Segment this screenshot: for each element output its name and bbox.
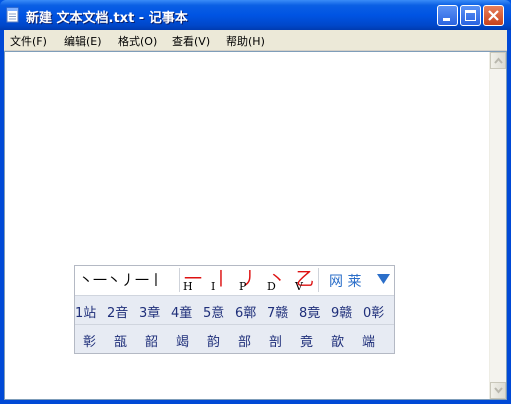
related-char[interactable]: 韶 <box>145 331 158 350</box>
related-char[interactable]: 瓿 <box>114 331 127 350</box>
candidate-item[interactable]: 5意 <box>203 302 224 321</box>
scroll-down-button[interactable] <box>490 382 506 399</box>
stroke-letter: P <box>239 280 247 293</box>
stroke-key-heng[interactable]: 一 H <box>181 266 207 295</box>
stroke-key-shu[interactable]: 丨 I <box>209 266 235 295</box>
candidate-item[interactable]: 8竟 <box>299 302 320 321</box>
maximize-icon <box>465 10 476 21</box>
divider <box>318 268 319 292</box>
window-border-right <box>507 30 511 400</box>
stroke-key-zhe[interactable]: 乙 V <box>293 266 319 295</box>
related-char[interactable]: 竟 <box>300 331 313 350</box>
ime-composition-row: 丶一丶丿一丨 一 H 丨 I 丿 P 丶 D 乙 V 网 莱 <box>75 266 394 295</box>
ime-candidate-window: 丶一丶丿一丨 一 H 丨 I 丿 P 丶 D 乙 V 网 莱 1站 2音 3章 … <box>74 265 395 354</box>
candidate-item[interactable]: 9赣 <box>331 302 352 321</box>
close-button[interactable] <box>483 5 504 26</box>
related-char[interactable]: 端 <box>362 331 375 350</box>
candidate-item[interactable]: 0彰 <box>363 302 384 321</box>
typed-strokes: 丶一丶丿一丨 <box>79 273 163 289</box>
menu-bar: 文件(F) 编辑(E) 格式(O) 查看(V) 帮助(H) <box>4 30 507 51</box>
window-title: 新建 文本文档.txt - 记事本 <box>26 11 188 26</box>
maximize-button[interactable] <box>460 5 481 26</box>
dropdown-arrow-icon[interactable] <box>377 274 390 284</box>
ime-candidate-row: 1站 2音 3章 4童 5意 6鄣 7赣 8竟 9赣 0彰 <box>75 295 394 324</box>
candidate-item[interactable]: 1站 <box>75 302 96 321</box>
candidate-item[interactable]: 3章 <box>139 302 160 321</box>
ime-related-row: 彰 瓿 韶 竭 韵 部 剖 竟 歆 端 <box>75 324 394 353</box>
menu-edit[interactable]: 编辑(E) <box>64 33 102 49</box>
chevron-up-icon <box>494 57 503 64</box>
menu-format[interactable]: 格式(O) <box>118 33 157 49</box>
related-char[interactable]: 部 <box>238 331 251 350</box>
candidate-item[interactable]: 4童 <box>171 302 192 321</box>
candidate-item[interactable]: 2音 <box>107 302 128 321</box>
menu-view[interactable]: 查看(V) <box>172 33 210 49</box>
related-char[interactable]: 剖 <box>269 331 282 350</box>
candidate-item[interactable]: 7赣 <box>267 302 288 321</box>
stroke-letter: D <box>267 280 276 293</box>
stroke-key-dian[interactable]: 丶 D <box>265 266 291 295</box>
stroke-letter: I <box>211 280 216 293</box>
minimize-button[interactable] <box>437 5 458 26</box>
related-char[interactable]: 彰 <box>83 331 96 350</box>
scroll-up-button[interactable] <box>490 52 506 69</box>
divider <box>179 268 180 292</box>
notepad-icon <box>6 7 19 23</box>
related-char[interactable]: 歆 <box>331 331 344 350</box>
window-border-bottom <box>0 400 511 404</box>
candidate-item[interactable]: 6鄣 <box>235 302 256 321</box>
stroke-letter: H <box>183 280 193 293</box>
ime-brand-label[interactable]: 网 莱 <box>329 271 361 291</box>
chevron-down-icon <box>494 387 503 394</box>
title-bar[interactable]: 新建 文本文档.txt - 记事本 <box>0 0 511 30</box>
minimize-icon <box>443 18 450 21</box>
close-icon <box>488 10 499 21</box>
vertical-scrollbar[interactable] <box>489 52 506 399</box>
stroke-key-pie[interactable]: 丿 P <box>237 266 263 295</box>
related-char[interactable]: 韵 <box>207 331 220 350</box>
menu-file[interactable]: 文件(F) <box>10 33 47 49</box>
related-char[interactable]: 竭 <box>176 331 189 350</box>
menu-help[interactable]: 帮助(H) <box>226 33 265 49</box>
stroke-letter: V <box>295 280 303 293</box>
